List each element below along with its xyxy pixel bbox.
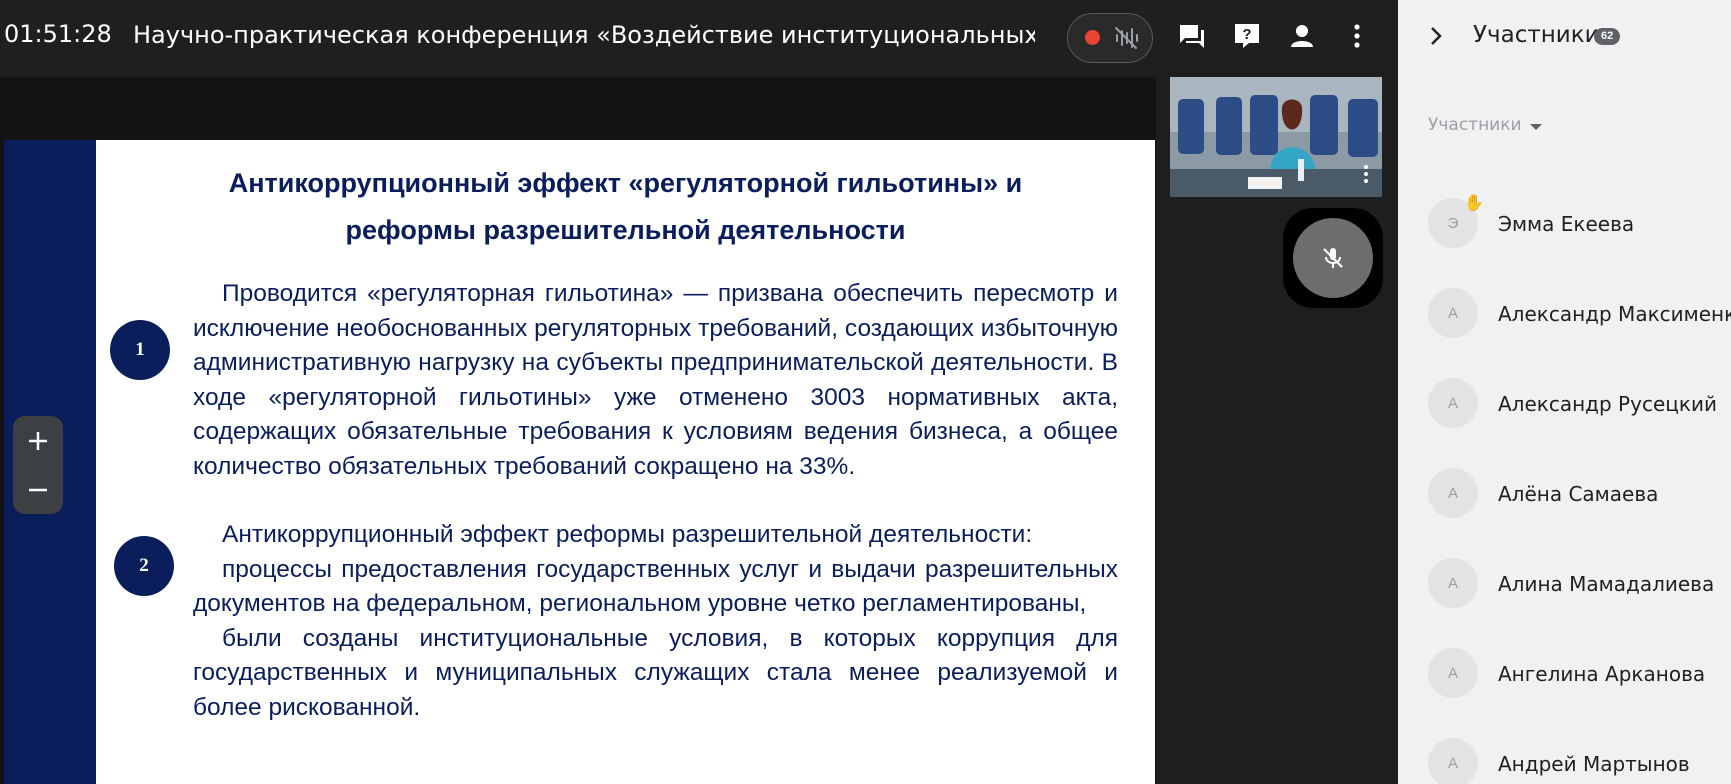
participant-row[interactable]: А Александр Русецкий [1428, 378, 1731, 434]
avatar: А [1428, 558, 1478, 608]
participant-name: Алина Мамадалиева [1498, 572, 1715, 596]
participants-filter-label[interactable]: Участники [1428, 115, 1522, 135]
participant-row[interactable]: А Александр Максименко [1428, 288, 1731, 344]
participants-count-badge: 62 [1594, 28, 1621, 45]
avatar: А [1428, 288, 1478, 338]
point-1-text: Проводится «регуляторная гильотина» — пр… [193, 277, 1118, 484]
recording-indicator[interactable] [1067, 13, 1153, 63]
zoom-out-button[interactable] [13, 465, 63, 514]
chat-icon[interactable] [1177, 21, 1207, 51]
participant-name: Александр Максименко [1498, 302, 1731, 326]
participant-row[interactable]: А Алёна Самаева [1428, 468, 1731, 524]
point-2-paragraph-3: были созданы институциональные условия, … [193, 624, 1118, 721]
conference-title: Научно-практическая конференция «Воздейс… [133, 21, 1035, 49]
participant-name: Александр Русецкий [1498, 392, 1717, 416]
svg-text:?: ? [1242, 26, 1251, 43]
avatar: А [1428, 468, 1478, 518]
participant-row[interactable]: А Андрей Мартынов [1428, 738, 1731, 784]
caret-down-icon[interactable] [1530, 124, 1542, 130]
point-number-1: 1 [110, 320, 170, 380]
slide-title-line2: реформы разрешительной деятельности [345, 215, 906, 245]
more-vert-icon[interactable] [1342, 21, 1372, 51]
record-icon [1085, 30, 1100, 45]
point-number-2: 2 [114, 536, 174, 596]
participant-row[interactable]: А Ангелина Арканова [1428, 648, 1731, 704]
participant-row[interactable]: Э ✋ Эмма Екеева [1428, 195, 1731, 254]
raised-hand-icon: ✋ [1464, 195, 1484, 212]
self-mic-indicator [1293, 218, 1373, 298]
avatar: А [1428, 648, 1478, 698]
zoom-control [13, 416, 63, 514]
zoom-in-button[interactable] [13, 416, 63, 465]
speaker-video-image [1170, 77, 1382, 197]
person-icon[interactable] [1287, 21, 1317, 51]
mic-off-icon [1323, 248, 1343, 268]
point-1-paragraph: Проводится «регуляторная гильотина» — пр… [193, 280, 1118, 480]
participant-name: Эмма Екеева [1498, 212, 1635, 236]
plus-icon [29, 431, 47, 450]
point-2-paragraph-1: Антикоррупционный эффект реформы разреши… [222, 521, 1033, 548]
slide-title-line1: Антикоррупционный эффект «регуляторной г… [228, 168, 1023, 198]
participant-name: Алёна Самаева [1498, 482, 1659, 506]
speaker-video-thumbnail[interactable] [1170, 77, 1382, 197]
session-timer: 01:51:28 [4, 20, 112, 48]
help-icon[interactable]: ? [1232, 21, 1262, 51]
chevron-right-icon[interactable] [1424, 24, 1448, 48]
point-2-text: Антикоррупционный эффект реформы разреши… [193, 518, 1118, 725]
participant-name: Ангелина Арканова [1498, 662, 1706, 686]
avatar: А [1428, 378, 1478, 428]
slide-title: Антикоррупционный эффект «регуляторной г… [96, 160, 1155, 254]
noise-cancel-icon[interactable] [1113, 25, 1139, 51]
participant-name: Андрей Мартынов [1498, 752, 1690, 776]
slide-top-margin [4, 77, 1155, 140]
minus-icon [29, 488, 47, 491]
avatar: А [1428, 738, 1478, 784]
point-2-paragraph-2: процессы предоставления государственных … [193, 555, 1118, 618]
participants-title: Участники [1473, 22, 1600, 48]
participant-row[interactable]: А Алина Мамадалиева [1428, 558, 1731, 614]
